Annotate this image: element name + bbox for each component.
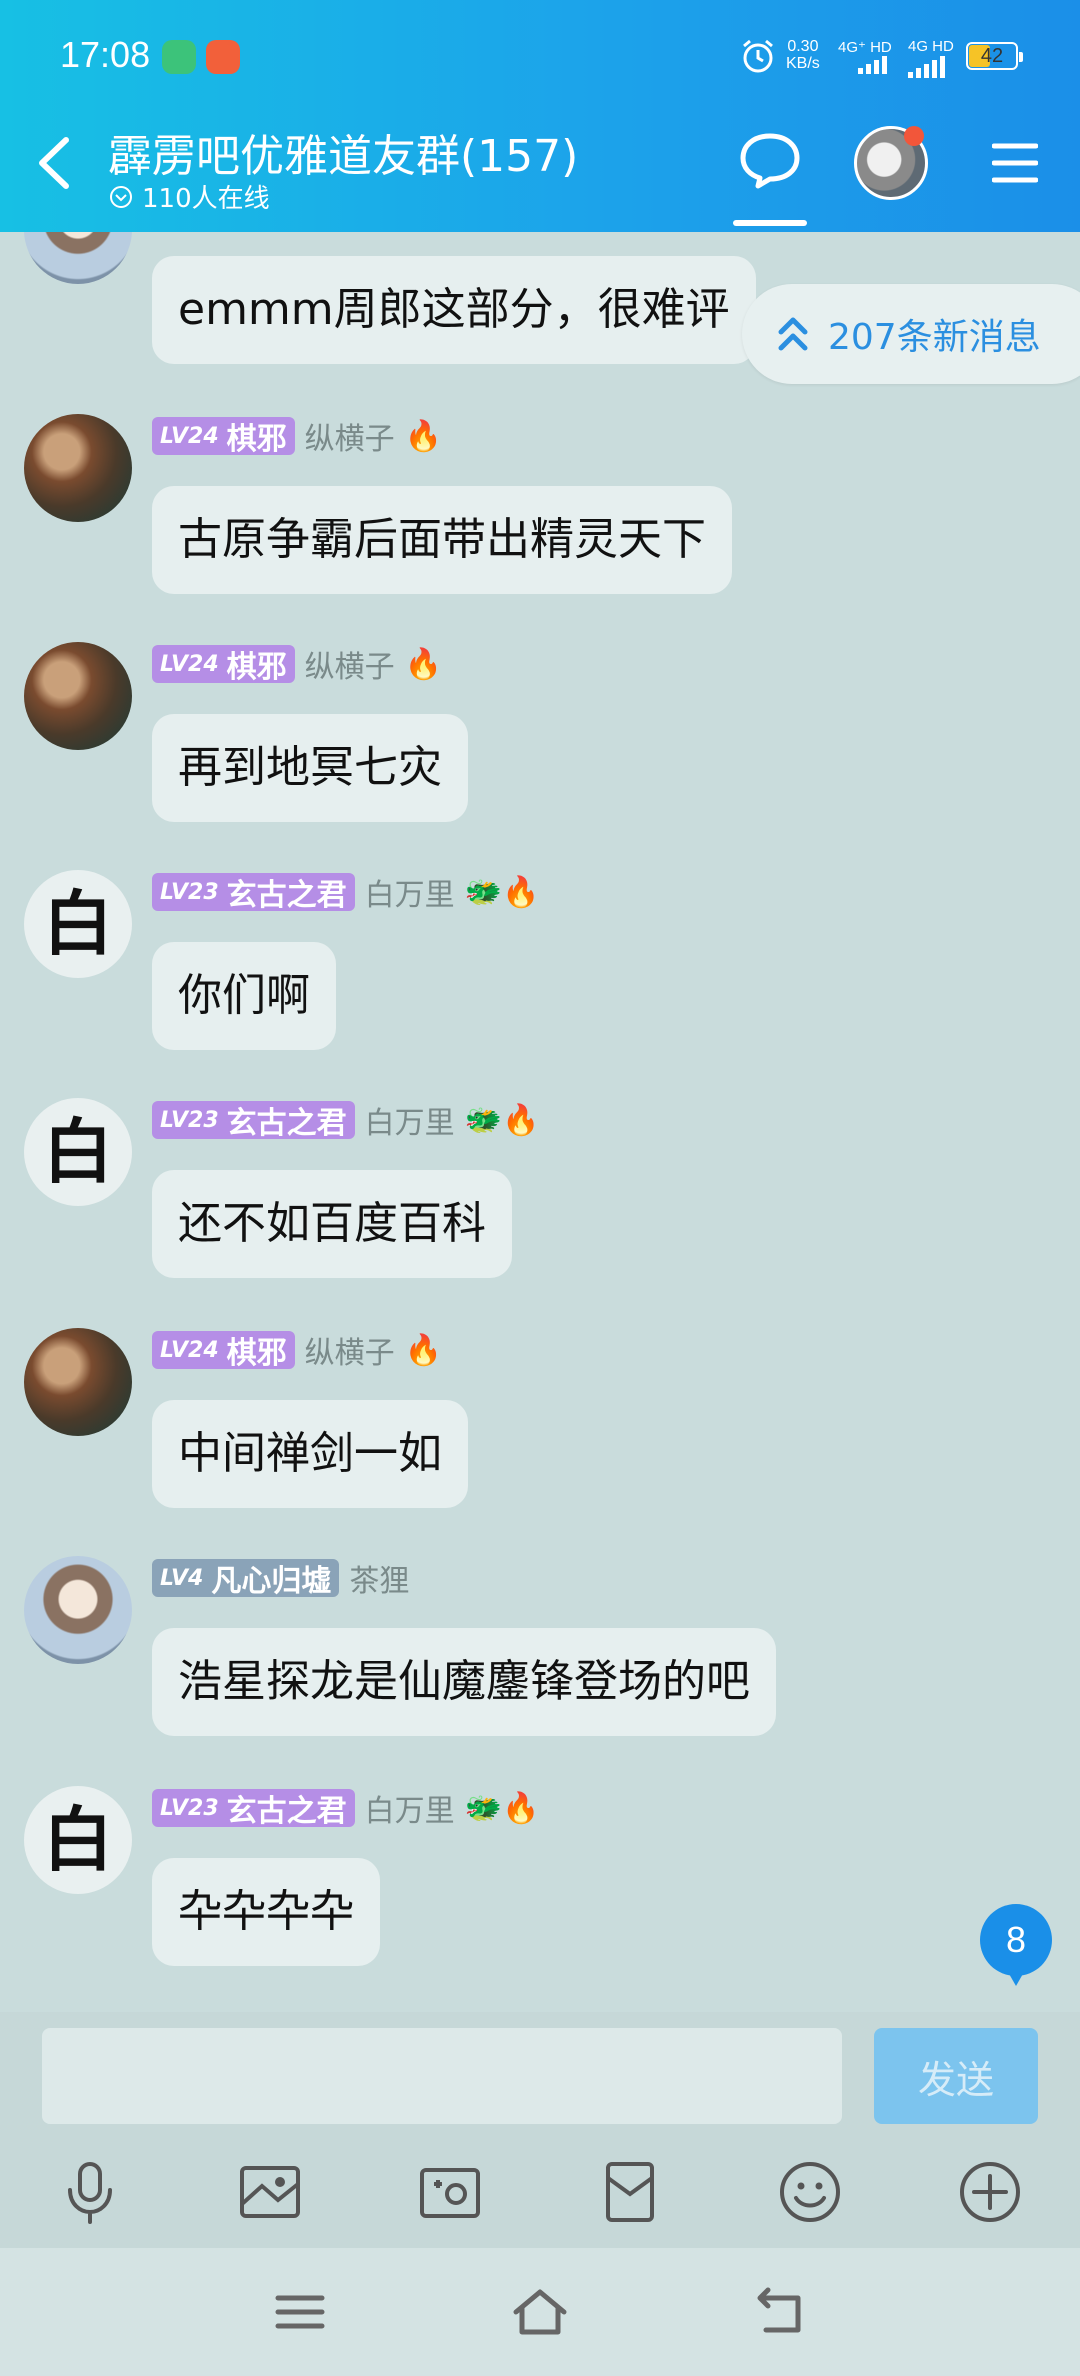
menu-icon[interactable] — [992, 142, 1038, 184]
notification-dot — [904, 126, 924, 146]
active-tab-indicator — [733, 220, 807, 226]
sender-name[interactable]: 白万里 — [365, 870, 455, 914]
status-bar: 17:08 0.30 KB/s 4G⁺ HD 4G HD 42 — [0, 32, 1080, 84]
status-time: 17:08 — [60, 34, 151, 75]
double-chevron-up-icon — [778, 317, 808, 351]
chat-tab-icon[interactable] — [738, 130, 802, 190]
network-type-2: 4G HD — [908, 38, 954, 55]
avatar[interactable]: 白 — [24, 870, 132, 978]
sender-info: LV23 玄古之君 白万里 🐲🔥 — [152, 1786, 540, 1830]
message-bubble[interactable]: 浩星探龙是仙魔鏖锋登场的吧 — [152, 1628, 776, 1736]
sender-info: LV4 凡心归墟 茶狸 — [152, 1556, 409, 1600]
sender-info: LV24 棋邪 纵横子 🔥 — [152, 642, 442, 686]
battery-icon: 42 — [966, 42, 1023, 70]
avatar[interactable] — [24, 414, 132, 522]
new-messages-button[interactable]: 207条新消息 — [742, 284, 1080, 384]
signal-icon — [858, 56, 887, 74]
sender-name[interactable]: 纵横子 — [305, 642, 395, 686]
sender-name[interactable]: 白万里 — [365, 1098, 455, 1142]
alarm-icon — [743, 39, 773, 73]
avatar[interactable]: 白 — [24, 1098, 132, 1206]
app-notification-icon — [162, 40, 196, 74]
system-nav-bar — [0, 2248, 1080, 2376]
plus-icon[interactable] — [954, 2156, 1026, 2228]
group-title[interactable]: 霹雳吧优雅道友群(157) — [108, 120, 578, 184]
message-bubble[interactable]: 再到地冥七灾 — [152, 714, 468, 822]
fire-badge-icon: 🔥 — [404, 418, 442, 454]
sender-name[interactable]: 茶狸 — [349, 1556, 409, 1600]
signal-icon — [908, 56, 945, 78]
avatar[interactable] — [24, 232, 132, 284]
check-circle-icon — [110, 185, 132, 208]
level-badge: LV4 凡心归墟 — [152, 1559, 340, 1599]
level-badge: LV24 棋邪 — [152, 645, 295, 685]
fire-badge-icon: 🔥 — [404, 646, 442, 682]
avatar[interactable] — [24, 1556, 132, 1664]
level-badge: LV24 棋邪 — [152, 417, 295, 457]
sender-info: LV24 棋邪 纵横子 🔥 — [152, 414, 442, 458]
level-badge: LV23 玄古之君 — [152, 1101, 355, 1141]
unread-count-badge[interactable]: 8 — [980, 1904, 1052, 1986]
fire-badge-icon: 🔥 — [404, 1332, 442, 1368]
image-icon[interactable] — [234, 2156, 306, 2228]
message-list[interactable]: emmm周郎这部分，很难评 LV24 棋邪 纵横子 🔥 古原争霸后面带出精灵天下 … — [0, 232, 1080, 2012]
emoji-icon[interactable] — [774, 2156, 846, 2228]
message-bubble[interactable]: 中间禅剑一如 — [152, 1400, 468, 1508]
composer: 发送 — [0, 2012, 1080, 2248]
message-bubble[interactable]: 还不如百度百科 — [152, 1170, 512, 1278]
level-badge: LV23 玄古之君 — [152, 873, 355, 913]
message-bubble[interactable]: 卆卆卆卆 — [152, 1858, 380, 1966]
lock-notification-icon — [206, 40, 240, 74]
sender-name[interactable]: 纵横子 — [305, 1328, 395, 1372]
avatar[interactable] — [24, 1328, 132, 1436]
dragon-fire-badge-icon: 🐲🔥 — [464, 874, 540, 910]
online-count: 110人在线 — [108, 178, 270, 215]
camera-icon[interactable] — [414, 2156, 486, 2228]
microphone-icon[interactable] — [54, 2156, 126, 2228]
home-icon[interactable] — [510, 2284, 570, 2340]
level-badge: LV23 玄古之君 — [152, 1789, 355, 1829]
sender-name[interactable]: 纵横子 — [305, 414, 395, 458]
sender-info: LV24 棋邪 纵横子 🔥 — [152, 1328, 442, 1372]
chat-header: 17:08 0.30 KB/s 4G⁺ HD 4G HD 42 霹雳吧优雅道友群… — [0, 0, 1080, 232]
level-badge: LV24 棋邪 — [152, 1331, 295, 1371]
message-input[interactable] — [42, 2028, 842, 2124]
network-type-1: 4G⁺ HD — [838, 39, 892, 56]
avatar[interactable]: 白 — [24, 1786, 132, 1894]
dragon-fire-badge-icon: 🐲🔥 — [464, 1102, 540, 1138]
dragon-fire-badge-icon: 🐲🔥 — [464, 1790, 540, 1826]
sender-info: LV23 玄古之君 白万里 🐲🔥 — [152, 870, 540, 914]
back-arrow-icon[interactable] — [28, 128, 78, 198]
message-bubble[interactable]: 古原争霸后面带出精灵天下 — [152, 486, 732, 594]
avatar[interactable] — [24, 642, 132, 750]
network-speed: 0.30 KB/s — [786, 38, 820, 72]
menu-icon[interactable] — [270, 2284, 330, 2340]
sender-name[interactable]: 白万里 — [365, 1786, 455, 1830]
red-packet-icon[interactable] — [594, 2156, 666, 2228]
sender-info: LV23 玄古之君 白万里 🐲🔥 — [152, 1098, 540, 1142]
send-button[interactable]: 发送 — [874, 2028, 1038, 2124]
message-bubble[interactable]: emmm周郎这部分，很难评 — [152, 256, 756, 364]
back-icon[interactable] — [750, 2284, 810, 2340]
message-bubble[interactable]: 你们啊 — [152, 942, 336, 1050]
